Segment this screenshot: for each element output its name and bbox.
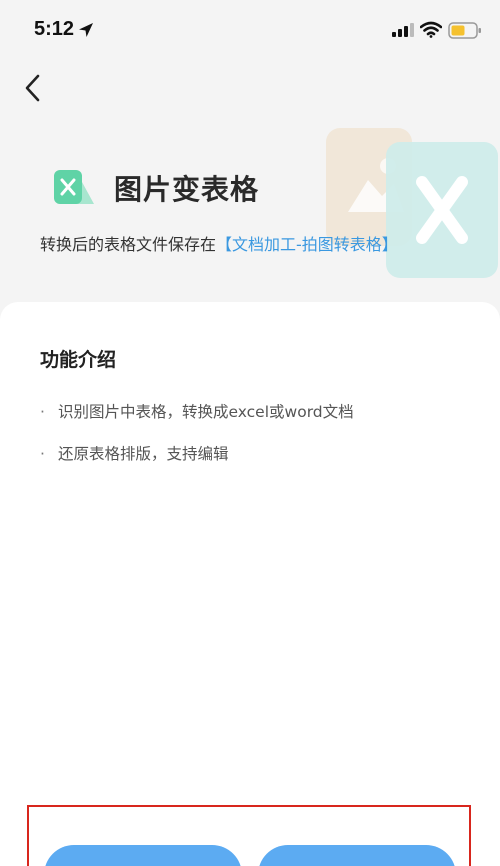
- right-action-button[interactable]: [258, 845, 456, 866]
- back-button[interactable]: [18, 70, 52, 106]
- wifi-icon: [420, 21, 442, 38]
- status-bar: 5:12: [0, 0, 500, 60]
- chevron-left-icon: [25, 74, 40, 102]
- page-title: 图片变表格: [114, 173, 260, 206]
- feature-item: · 还原表格排版，支持编辑: [40, 442, 229, 464]
- feature-section-title: 功能介绍: [40, 349, 117, 371]
- left-action-button[interactable]: [44, 845, 242, 866]
- excel-image-icon: [54, 170, 94, 204]
- feature-card: [0, 302, 500, 866]
- location-arrow-icon: [79, 23, 93, 37]
- cellular-signal-icon: [392, 23, 414, 37]
- save-location-text: 转换后的表格文件保存在【文档加工-拍图转表格】: [40, 231, 398, 255]
- feature-text: 识别图片中表格，转换成excel或word文档: [58, 403, 354, 421]
- status-time: 5:12: [34, 18, 75, 40]
- save-location-link[interactable]: 【文档加工-拍图转表格】: [216, 235, 398, 254]
- feature-item: · 识别图片中表格，转换成excel或word文档: [40, 400, 354, 422]
- feature-text: 还原表格排版，支持编辑: [58, 445, 229, 463]
- bullet-dot-icon: ·: [40, 403, 45, 421]
- save-location-prefix: 转换后的表格文件保存在: [40, 235, 217, 254]
- decorative-illustration: [326, 128, 498, 278]
- battery-icon: [448, 22, 481, 39]
- bullet-dot-icon: ·: [40, 445, 45, 463]
